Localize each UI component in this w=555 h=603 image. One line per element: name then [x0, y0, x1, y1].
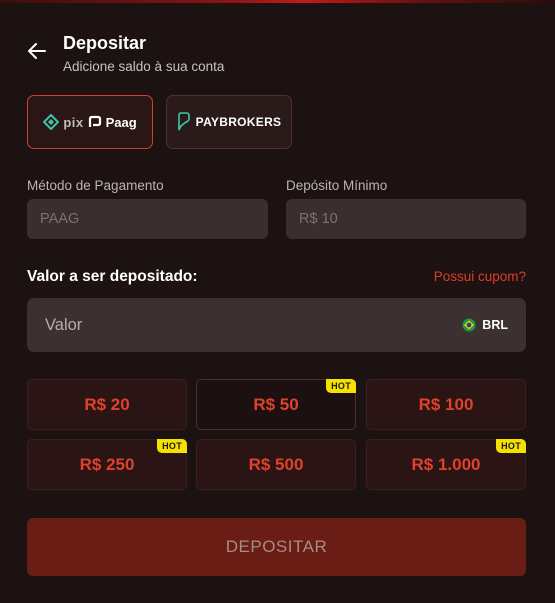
quick-amount-label: R$ 1.000: [411, 454, 481, 474]
back-button[interactable]: [27, 41, 47, 61]
arrow-left-icon: [28, 43, 46, 59]
quick-amount-label: R$ 100: [418, 394, 474, 414]
hot-badge: HOT: [496, 439, 526, 453]
quick-amount-50[interactable]: R$ 50 HOT: [196, 379, 356, 430]
quick-amount-1000[interactable]: R$ 1.000 HOT: [366, 439, 526, 490]
hot-badge: HOT: [326, 379, 356, 393]
pix-diamond-icon: [43, 114, 60, 130]
pix-paag-logo: pix Paag: [43, 114, 137, 130]
currency-indicator: BRL: [462, 318, 508, 332]
paybrokers-logo-text: PAYBROKERS: [195, 115, 282, 129]
quick-amount-label: R$ 20: [84, 394, 130, 414]
quick-amount-label: R$ 250: [79, 454, 135, 474]
quick-amount-250[interactable]: R$ 250 HOT: [27, 439, 187, 490]
amount-input-container[interactable]: BRL: [27, 298, 526, 352]
amount-input[interactable]: [45, 315, 463, 335]
min-deposit-label: Depósito Mínimo: [286, 178, 388, 193]
coupon-link[interactable]: Possui cupom?: [434, 269, 526, 284]
quick-amount-label: R$ 500: [248, 454, 304, 474]
amount-label: Valor a ser depositado:: [27, 268, 198, 285]
method-field: PAAG: [27, 199, 268, 239]
currency-code: BRL: [482, 318, 508, 332]
page-subtitle: Adicione saldo à sua conta: [63, 59, 225, 74]
paag-mark-icon: [88, 115, 101, 127]
provider-paybrokers[interactable]: PAYBROKERS: [166, 95, 292, 149]
min-deposit-field: R$ 10: [286, 199, 526, 239]
quick-amount-100[interactable]: R$ 100: [366, 379, 526, 430]
deposit-button[interactable]: DEPOSITAR: [27, 518, 526, 576]
pix-logo-text: pix: [63, 114, 84, 130]
quick-amount-label: R$ 50: [253, 394, 299, 414]
provider-pix-paag[interactable]: pix Paag: [27, 95, 153, 149]
method-label: Método de Pagamento: [27, 178, 164, 193]
paybrokers-logo: PAYBROKERS: [177, 112, 282, 132]
paag-logo-text: Paag: [105, 114, 137, 130]
brazil-flag-icon: [462, 318, 476, 332]
quick-amount-20[interactable]: R$ 20: [27, 379, 187, 430]
hot-badge: HOT: [157, 439, 187, 453]
quick-amount-500[interactable]: R$ 500: [196, 439, 356, 490]
deposit-panel: Depositar Adicione saldo à sua conta pix…: [0, 3, 555, 603]
paybrokers-mark-icon: [177, 112, 190, 131]
page-title: Depositar: [63, 33, 147, 53]
